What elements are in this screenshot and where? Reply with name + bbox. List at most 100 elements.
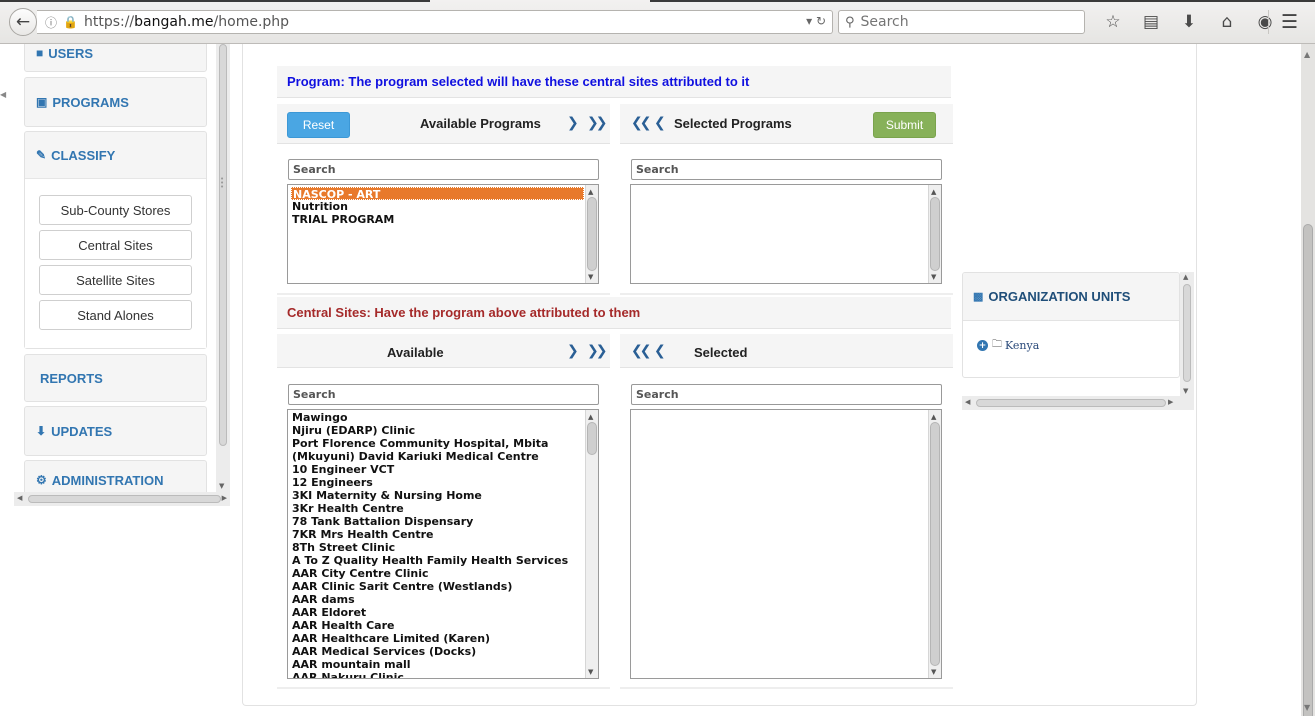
scroll-down-icon[interactable]: ▼ [219, 482, 224, 490]
list-item[interactable]: Njiru (EDARP) Clinic [291, 424, 584, 437]
reset-button[interactable]: Reset [287, 112, 350, 138]
list-item[interactable]: (Mkuyuni) David Kariuki Medical Centre [291, 450, 584, 463]
selected-programs-search[interactable] [631, 159, 942, 180]
list-item[interactable]: 3KI Maternity & Nursing Home [291, 489, 584, 502]
reading-list-icon[interactable]: ▤ [1132, 11, 1170, 33]
list-item[interactable]: AAR dams [291, 593, 584, 606]
org-vertical-scrollbar[interactable]: ▲ ▼ [1180, 272, 1194, 396]
home-icon[interactable]: ⌂ [1208, 11, 1246, 33]
sidebar-item-classify[interactable]: ✎ CLASSIFY Sub-County Stores Central Site… [24, 131, 207, 349]
sidebar-item-reports[interactable]: REPORTS [24, 354, 207, 402]
list-item[interactable]: AAR Eldoret [291, 606, 584, 619]
scroll-left-icon[interactable]: ◀ [17, 494, 22, 502]
scroll-up-icon[interactable]: ▲ [588, 413, 593, 421]
selected-programs-list[interactable]: ▲ ▼ [630, 184, 942, 284]
list-item[interactable]: AAR mountain mall [291, 658, 584, 671]
scroll-down-icon[interactable]: ▼ [588, 273, 593, 281]
move-all-left-icon[interactable]: ❮❮ [631, 115, 652, 131]
scroll-up-icon[interactable]: ▲ [931, 413, 936, 421]
scroll-right-icon[interactable]: ▶ [222, 494, 227, 502]
download-icon[interactable]: ⬇ [1170, 11, 1208, 33]
tree-node-kenya[interactable]: + 🗀 Kenya [977, 337, 1039, 354]
list-item[interactable]: AAR Medical Services (Docks) [291, 645, 584, 658]
menu-icon[interactable]: ☰ [1281, 11, 1298, 33]
available-programs-list[interactable]: NASCOP - ART Nutrition TRIAL PROGRAM ▲ ▼ [287, 184, 599, 284]
dropdown-icon[interactable]: ▾ [806, 14, 812, 28]
central-sites-button[interactable]: Central Sites [39, 230, 192, 260]
browser-search[interactable]: ⚲ [838, 10, 1085, 34]
move-left-icon[interactable]: ❮ [654, 343, 666, 359]
move-all-left-icon[interactable]: ❮❮ [631, 343, 652, 359]
list-scrollbar[interactable]: ▲ ▼ [928, 185, 941, 283]
list-item[interactable]: 78 Tank Battalion Dispensary [291, 515, 584, 528]
list-item[interactable]: Mawingo [291, 411, 584, 424]
satellite-sites-button[interactable]: Satellite Sites [39, 265, 192, 295]
scroll-down-icon[interactable]: ▼ [1183, 387, 1188, 395]
sidebar-horizontal-scrollbar[interactable]: ◀ ▶ [14, 492, 230, 506]
list-item[interactable]: 8Th Street Clinic [291, 541, 584, 554]
list-item[interactable]: Nutrition [291, 200, 584, 213]
scroll-up-icon[interactable]: ▲ [1304, 50, 1310, 59]
submit-button[interactable]: Submit [873, 112, 936, 138]
list-item[interactable]: 7KR Mrs Health Centre [291, 528, 584, 541]
move-left-icon[interactable]: ❮ [654, 115, 666, 131]
back-button[interactable]: ← [9, 8, 37, 36]
scroll-down-icon[interactable]: ▼ [931, 668, 936, 676]
bookmark-star-icon[interactable]: ☆ [1094, 11, 1132, 33]
move-all-right-icon[interactable]: ❯❯ [587, 115, 608, 131]
sidebar-vertical-scrollbar[interactable]: • • • ▼ [216, 44, 230, 492]
sidebar-item-users[interactable]: ■ USERS [24, 44, 207, 72]
list-item[interactable]: AAR Clinic Sarit Centre (Westlands) [291, 580, 584, 593]
list-scrollbar[interactable]: ▲ ▼ [585, 185, 598, 283]
list-scrollbar[interactable]: ▲ ▼ [585, 410, 598, 678]
available-sites-search[interactable] [288, 384, 599, 405]
scroll-down-icon[interactable]: ▼ [588, 668, 593, 676]
scroll-down-icon[interactable]: ▼ [1304, 703, 1310, 712]
reload-icon[interactable]: ↻ [816, 14, 826, 28]
chat-icon[interactable]: ◉ [1246, 11, 1284, 33]
list-item[interactable]: A To Z Quality Health Family Health Serv… [291, 554, 584, 567]
org-hscroll-thumb[interactable] [976, 399, 1166, 407]
move-right-icon[interactable]: ❯ [567, 115, 579, 131]
list-scroll-thumb[interactable] [587, 197, 597, 271]
list-item[interactable]: 10 Engineer VCT [291, 463, 584, 476]
sidebar-item-administration[interactable]: ⚙ ADMINISTRATION [24, 460, 207, 492]
list-item[interactable]: AAR Health Care [291, 619, 584, 632]
list-item[interactable]: Port Florence Community Hospital, Mbita [291, 437, 584, 450]
move-all-right-icon[interactable]: ❯❯ [587, 343, 608, 359]
sidebar-item-updates[interactable]: ⬇ UPDATES [24, 406, 207, 456]
sub-county-stores-button[interactable]: Sub-County Stores [39, 195, 192, 225]
available-sites-list[interactable]: Mawingo Njiru (EDARP) Clinic Port Florence… [287, 409, 599, 679]
selected-sites-list[interactable]: ▲ ▼ [630, 409, 942, 679]
list-scroll-thumb[interactable] [587, 422, 597, 455]
move-right-icon[interactable]: ❯ [567, 343, 579, 359]
sidebar-hscroll-thumb[interactable] [28, 495, 221, 503]
scroll-down-icon[interactable]: ▼ [931, 273, 936, 281]
list-item[interactable]: 12 Engineers [291, 476, 584, 489]
page-scroll-thumb[interactable] [1303, 224, 1313, 716]
list-scrollbar[interactable]: ▲ ▼ [928, 410, 941, 678]
scroll-left-icon[interactable]: ◀ [965, 398, 970, 406]
scroll-up-icon[interactable]: ▲ [1183, 273, 1188, 281]
expand-plus-icon[interactable]: + [977, 340, 988, 351]
list-scroll-thumb[interactable] [930, 422, 940, 666]
stand-alones-button[interactable]: Stand Alones [39, 300, 192, 330]
list-item[interactable]: TRIAL PROGRAM [291, 213, 584, 226]
browser-search-input[interactable] [860, 14, 1071, 30]
sidebar-item-programs[interactable]: ▣ PROGRAMS [24, 77, 207, 127]
org-scroll-thumb[interactable] [1183, 284, 1191, 382]
list-item[interactable]: 3Kr Health Centre [291, 502, 584, 515]
scroll-right-icon[interactable]: ▶ [1168, 398, 1173, 406]
list-scroll-thumb[interactable] [930, 197, 940, 271]
scroll-up-icon[interactable]: ▲ [931, 188, 936, 196]
list-item[interactable]: NASCOP - ART [291, 187, 584, 201]
url-bar[interactable]: ⓘ 🔒 https://bangah.me/home.php ▾ ↻ [37, 10, 833, 34]
page-scrollbar[interactable]: ▲ ▼ [1301, 44, 1315, 716]
list-item[interactable]: AAR Healthcare Limited (Karen) [291, 632, 584, 645]
list-item[interactable]: AAR City Centre Clinic [291, 567, 584, 580]
selected-sites-search[interactable] [631, 384, 942, 405]
scroll-up-icon[interactable]: ▲ [588, 188, 593, 196]
list-item[interactable]: AAR Nakuru Clinic [291, 671, 584, 678]
org-horizontal-scrollbar[interactable]: ◀ ▶ [962, 396, 1194, 410]
available-programs-search[interactable] [288, 159, 599, 180]
